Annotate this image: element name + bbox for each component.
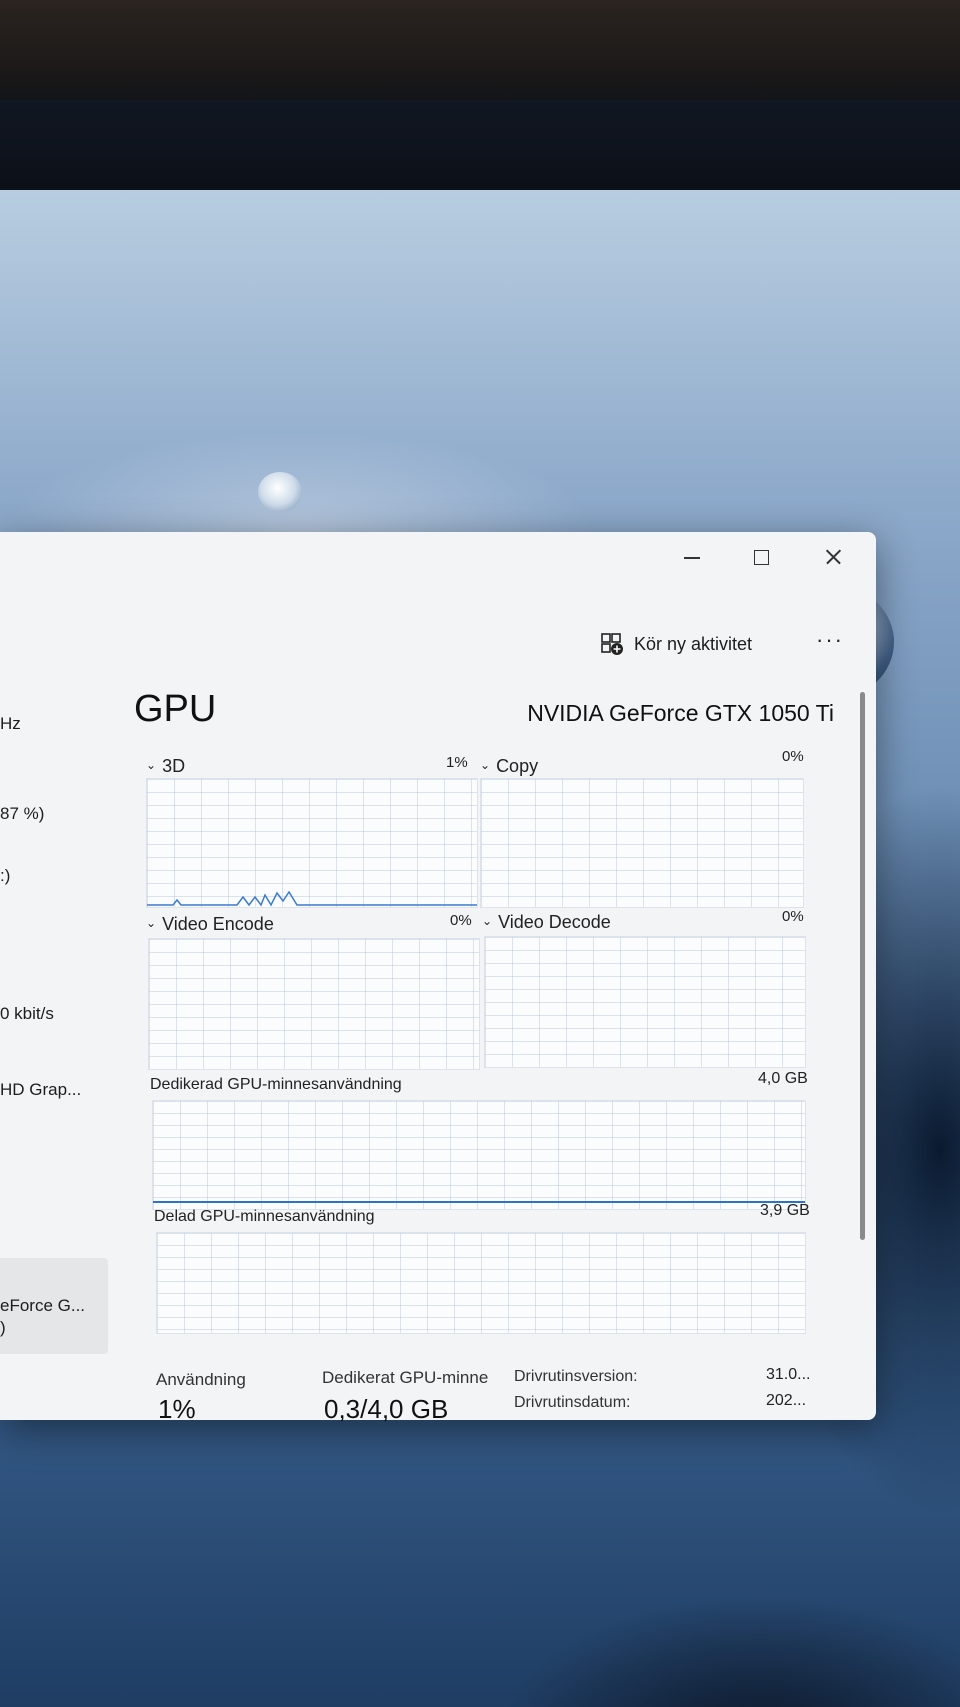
engine-graph-3d (146, 778, 478, 908)
engine-label: Video Decode (498, 912, 611, 932)
engine-selector-3d[interactable]: ⌄ 3D (146, 756, 185, 777)
shared-memory-max: 3,9 GB (760, 1202, 810, 1219)
page-title: GPU (134, 688, 217, 730)
usage-value: 1% (158, 1394, 196, 1424)
dedicated-memory-label: Dedikerad GPU-minnesanvändning (150, 1076, 402, 1093)
chevron-down-icon: ⌄ (482, 914, 493, 928)
minimize-icon[interactable] (668, 542, 714, 572)
engine-graph-video-decode (484, 936, 806, 1068)
usage-label: Användning (156, 1370, 246, 1389)
task-manager-window: Kör ny aktivitet ··· Hz 87 %) :) 0 kbit/… (0, 532, 876, 1424)
driver-version-label: Drivrutinsversion: (514, 1368, 638, 1385)
engine-percent: 1% (446, 754, 468, 771)
memory-usage-line (153, 1201, 805, 1203)
close-icon[interactable] (810, 542, 856, 572)
driver-version-value: 31.0... (766, 1366, 811, 1383)
sidebar-fragment: Hz (0, 714, 21, 733)
engine-label: 3D (162, 756, 186, 776)
title-bar (0, 532, 876, 588)
maximize-icon[interactable] (738, 542, 784, 572)
dedicated-memory-max: 4,0 GB (758, 1070, 808, 1087)
chevron-down-icon: ⌄ (146, 916, 157, 930)
engine-percent: 0% (782, 908, 804, 925)
driver-date-label: Drivrutinsdatum: (514, 1394, 631, 1411)
gpu-device-name: NVIDIA GeForce GTX 1050 Ti (527, 700, 834, 726)
more-options-icon[interactable]: ··· (810, 626, 850, 662)
driver-date-value: 202... (766, 1392, 807, 1409)
dedicated-gpu-memory-label: Dedikerat GPU-minne (322, 1368, 489, 1387)
sidebar-fragment: :) (0, 866, 11, 885)
engine-graph-copy (480, 778, 804, 908)
sidebar-fragment: ) (0, 1318, 6, 1337)
monitor-bezel (0, 0, 960, 110)
dedicated-memory-graph (152, 1100, 806, 1210)
shared-memory-label: Delad GPU-minnesanvändning (154, 1208, 375, 1225)
engine-percent: 0% (450, 912, 472, 929)
water-drop-image (258, 472, 302, 512)
chevron-down-icon: ⌄ (146, 758, 157, 772)
run-new-task-button[interactable]: Kör ny aktivitet (600, 624, 752, 664)
shared-memory-graph (156, 1232, 806, 1334)
engine-percent: 0% (782, 748, 804, 765)
vertical-scrollbar[interactable] (860, 692, 865, 1240)
engine-label: Copy (496, 756, 539, 776)
run-new-task-label: Kör ny aktivitet (634, 633, 753, 654)
engine-selector-video-decode[interactable]: ⌄ Video Decode (482, 912, 611, 933)
sidebar-fragment: 0 kbit/s (0, 1004, 54, 1023)
sidebar-item-gpu[interactable]: eForce G... ) (0, 1258, 108, 1354)
engine-selector-copy[interactable]: ⌄ Copy (480, 756, 538, 777)
sidebar-fragment: 87 %) (0, 804, 45, 823)
dedicated-gpu-memory-value: 0,3/4,0 GB (324, 1394, 449, 1424)
new-task-icon (600, 632, 624, 656)
usage-line (147, 890, 477, 907)
gpu-details-panel: GPU NVIDIA GeForce GTX 1050 Ti ⌄ 3D 1% ⌄ C… (130, 672, 834, 1424)
performance-sidebar: Hz 87 %) :) 0 kbit/s HD Grap... eForce G… (0, 672, 110, 1412)
engine-label: Video Encode (162, 914, 274, 934)
sidebar-fragment: eForce G... (0, 1296, 86, 1315)
command-bar: Kör ny aktivitet ··· (0, 624, 876, 670)
engine-graph-video-encode (148, 938, 480, 1070)
chevron-down-icon: ⌄ (480, 758, 491, 772)
monitor-edge (0, 100, 960, 200)
engine-selector-video-encode[interactable]: ⌄ Video Encode (146, 914, 274, 935)
sidebar-fragment: HD Grap... (0, 1080, 82, 1099)
